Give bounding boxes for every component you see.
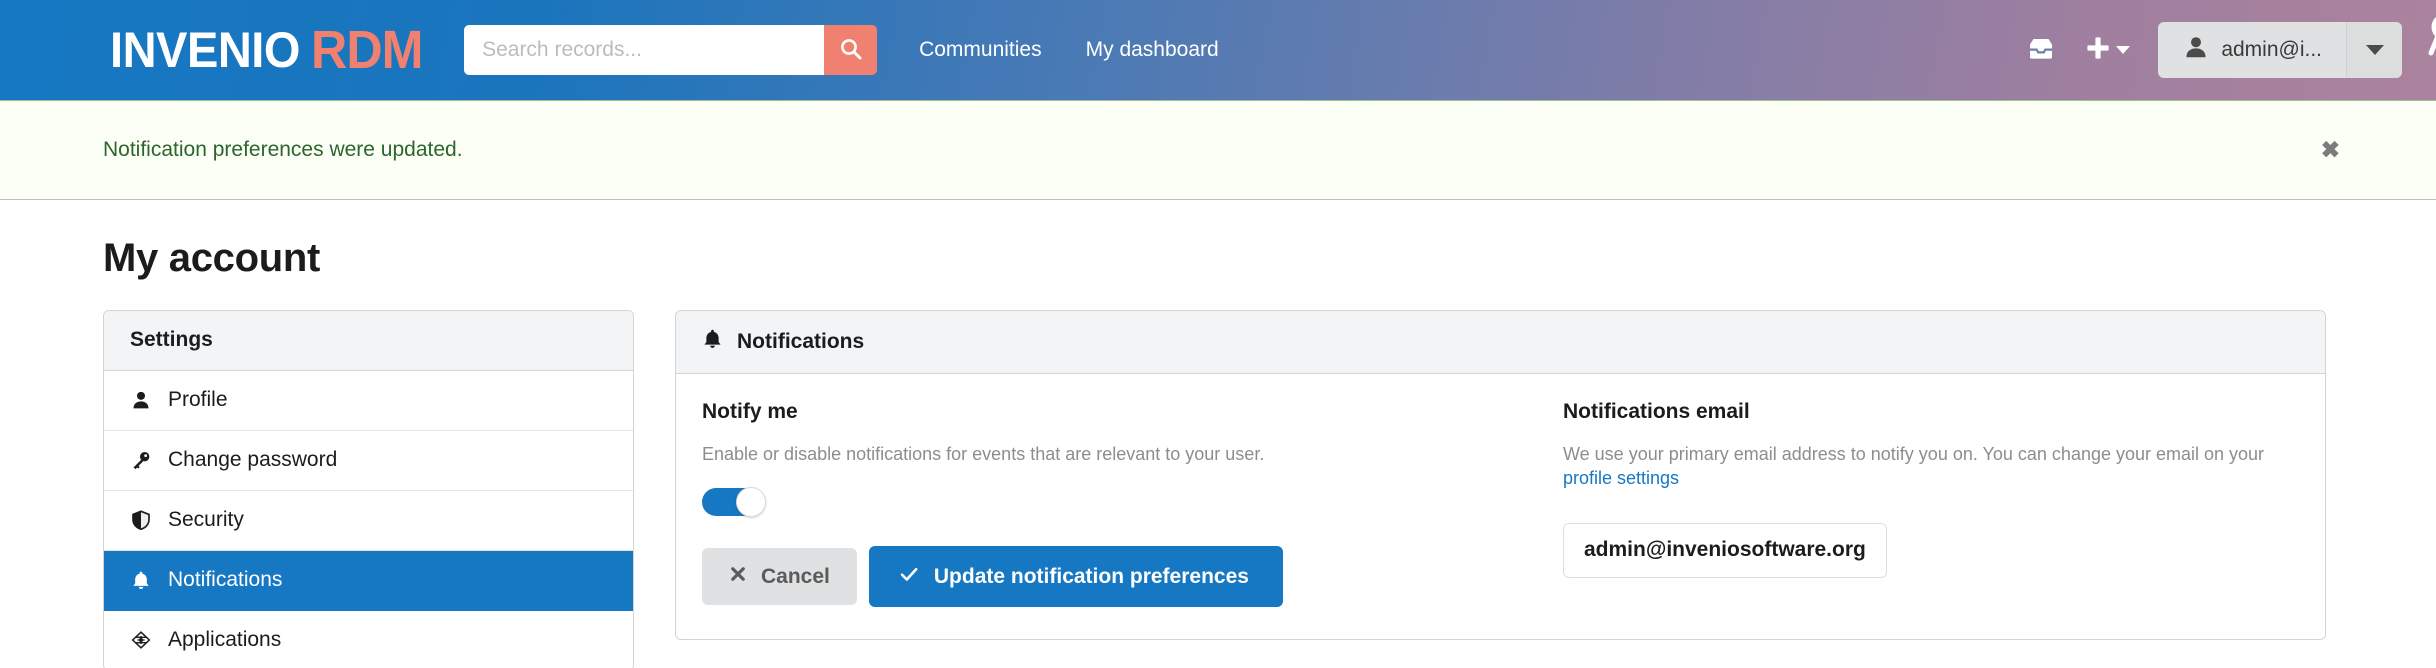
sidebar-item-label: Notifications — [168, 568, 283, 591]
notify-me-section: Notify me Enable or disable notification… — [702, 400, 1557, 608]
account-layout: Settings Profile Change password Securit… — [103, 310, 2326, 668]
settings-sidebar: Settings Profile Change password Securit… — [103, 310, 634, 668]
notify-me-help: Enable or disable notifications for even… — [702, 444, 1265, 464]
sidebar-item-label: Applications — [168, 628, 282, 651]
bell-icon — [130, 569, 152, 591]
user-menu-button[interactable]: admin@i... — [2158, 22, 2402, 78]
user-menu-toggle[interactable] — [2346, 22, 2402, 78]
header-actions: admin@i... — [2015, 22, 2402, 78]
sidebar-header: Settings — [104, 311, 633, 371]
search-input[interactable] — [464, 25, 825, 75]
chevron-down-icon — [2365, 45, 2384, 55]
user-icon — [130, 389, 152, 411]
flash-message-text: Notification preferences were updated. — [103, 138, 463, 161]
notifications-email-value: admin@inveniosoftware.org — [1563, 522, 1887, 578]
sidebar-item-profile[interactable]: Profile — [104, 371, 633, 431]
site-logo[interactable]: INVENIO RDM — [110, 0, 2436, 100]
notifications-card: Notifications Notify me Enable or disabl… — [675, 310, 2326, 641]
update-notification-preferences-button[interactable]: Update notification preferences — [868, 546, 1283, 608]
update-button-label: Update notification preferences — [933, 564, 1249, 588]
inbox-icon — [2027, 35, 2055, 66]
user-menu-label: admin@i... — [2221, 38, 2322, 61]
sidebar-item-label: Profile — [168, 388, 228, 411]
form-actions: Cancel Update notification preferences — [702, 546, 1557, 608]
shield-icon — [130, 509, 152, 531]
sidebar-item-label: Change password — [168, 448, 338, 471]
sidebar-item-change-password[interactable]: Change password — [104, 431, 633, 491]
sidebar-item-notifications[interactable]: Notifications — [104, 551, 633, 611]
logo-invenio-text: INVENIO — [110, 22, 300, 78]
page-content: My account Settings Profile Change passw… — [0, 236, 2436, 668]
search-bar — [464, 25, 878, 75]
notify-me-toggle[interactable] — [702, 487, 766, 518]
cancel-button[interactable]: Cancel — [702, 548, 857, 606]
nav-communities[interactable]: Communities — [919, 38, 1042, 62]
profile-settings-link[interactable]: profile settings — [1563, 468, 1679, 488]
bell-icon — [702, 328, 723, 355]
site-header: INVENIO RDM Communities My dashboard — [0, 0, 2436, 100]
page-title: My account — [103, 236, 321, 280]
check-icon — [898, 563, 920, 589]
notifications-card-title: Notifications — [737, 329, 865, 353]
notifications-email-section: Notifications email We use your primary … — [1557, 400, 2299, 607]
plus-icon — [2085, 35, 2111, 66]
sidebar-item-security[interactable]: Security — [104, 491, 633, 551]
notifications-card-body: Notify me Enable or disable notification… — [676, 374, 2325, 639]
flash-close-button[interactable]: ✖ — [2315, 133, 2346, 168]
notifications-email-label: Notifications email — [1563, 400, 1750, 423]
sidebar-item-applications[interactable]: Applications — [104, 611, 633, 668]
notifications-email-help-text: We use your primary email address to not… — [1563, 444, 2265, 464]
cube-icon — [130, 629, 152, 651]
nav-my-dashboard[interactable]: My dashboard — [1086, 38, 1219, 62]
search-icon — [839, 37, 863, 64]
close-icon — [729, 565, 747, 587]
chevron-down-icon — [2116, 46, 2131, 54]
logo-rdm-text: RDM — [311, 20, 424, 80]
sidebar-item-label: Security — [168, 508, 244, 531]
search-submit-button[interactable] — [824, 25, 878, 75]
cancel-button-label: Cancel — [761, 564, 830, 588]
key-icon — [130, 449, 152, 471]
notify-me-label: Notify me — [702, 400, 798, 423]
notifications-email-help: We use your primary email address to not… — [1563, 442, 2299, 491]
create-new-button[interactable] — [2067, 22, 2144, 78]
toggle-knob — [736, 487, 766, 518]
user-icon — [2184, 35, 2208, 65]
inbox-button[interactable] — [2015, 22, 2067, 78]
magnifier-icon — [2428, 12, 2436, 56]
user-menu-main[interactable]: admin@i... — [2158, 22, 2346, 78]
notifications-card-header: Notifications — [676, 311, 2325, 374]
primary-navigation: Communities My dashboard — [919, 38, 1219, 62]
flash-message-success: Notification preferences were updated. ✖ — [0, 100, 2436, 200]
